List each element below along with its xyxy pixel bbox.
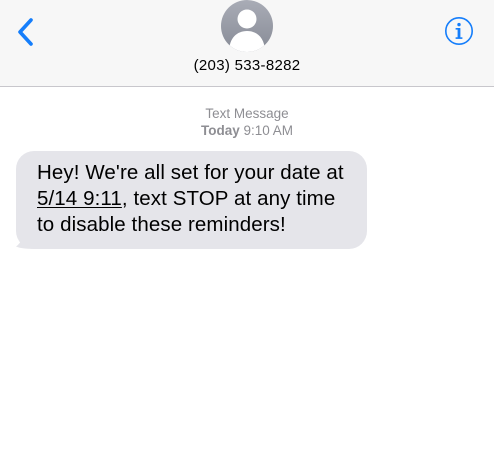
conversation-header: (203) 533-8282 [0,0,494,87]
message-timestamp: Text Message Today 9:10 AM [0,105,494,139]
service-label: Text Message [205,106,289,121]
date-time-label: Today 9:10 AM [0,122,494,139]
incoming-message-bubble[interactable]: Hey! We're all set for your date at 5/14… [16,151,367,249]
back-button[interactable] [6,12,46,52]
info-circle-icon [445,17,473,45]
chevron-left-icon [18,18,33,46]
avatar[interactable] [221,0,273,52]
messages-screen: (203) 533-8282 Text Message Today 9:10 A… [0,0,494,460]
message-row: Hey! We're all set for your date at 5/14… [16,151,367,249]
person-silhouette-icon [229,9,265,52]
message-text-part: Hey! We're all set for your date at [37,161,344,184]
time-label: 9:10 AM [243,123,294,138]
date-link[interactable]: 5/14 9:11 [37,187,122,210]
info-button[interactable] [444,16,474,46]
day-label: Today [200,123,240,138]
contact-name[interactable]: (203) 533-8282 [0,57,494,74]
